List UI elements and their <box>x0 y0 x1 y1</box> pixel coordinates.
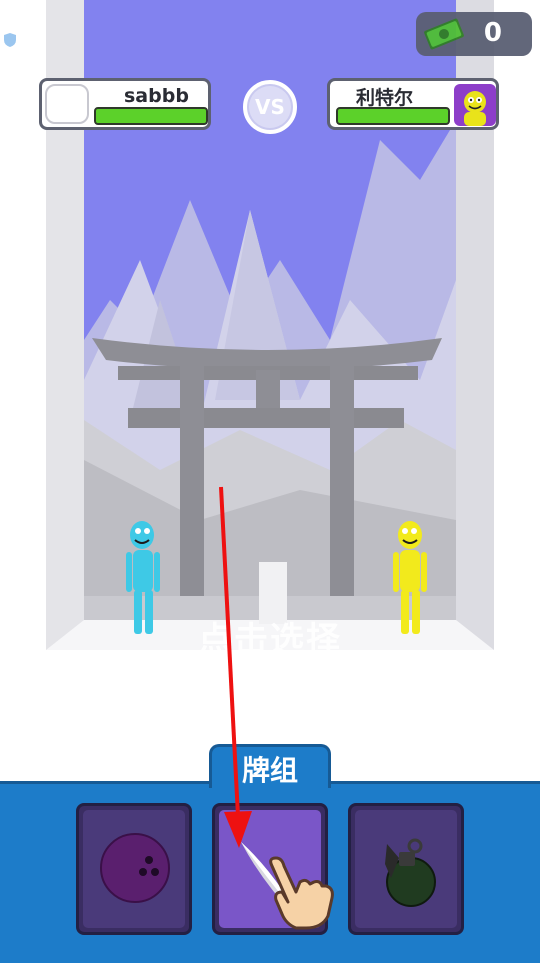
red-arrow <box>219 486 252 848</box>
